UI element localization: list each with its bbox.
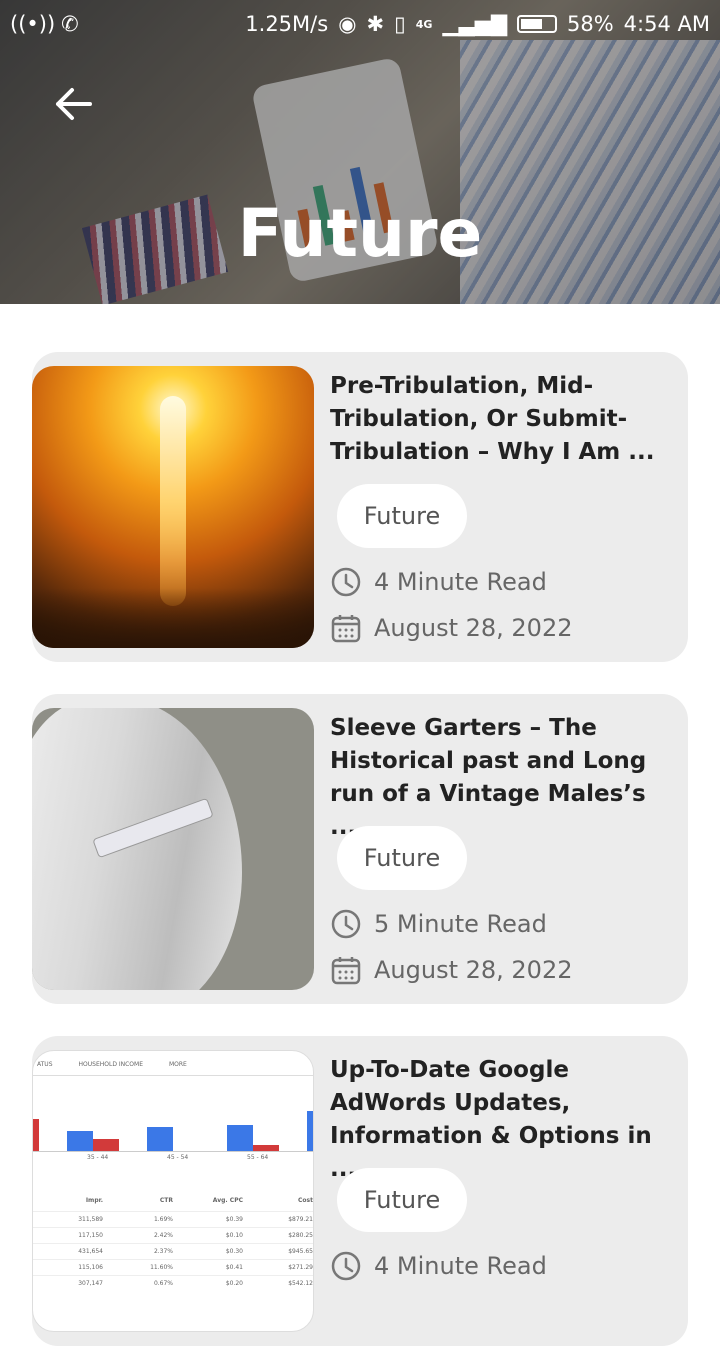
thumb-table-row: 117,150 2.42% $0.10 $280.25 [33, 1227, 313, 1243]
clock-icon [331, 567, 361, 597]
page-title: Future [237, 195, 483, 272]
vibrate-icon: ▯ [394, 12, 406, 36]
thumb-col: CTR [159, 1197, 173, 1204]
thumb-col: Avg. CPC [212, 1197, 243, 1204]
read-time: 5 Minute Read [330, 908, 547, 940]
thumb-table-cell: $542.12 [288, 1280, 313, 1287]
read-time-text: 4 Minute Read [374, 1252, 547, 1280]
thumb-tab: HOUSEHOLD INCOME [78, 1061, 143, 1068]
clock-icon [331, 1251, 361, 1281]
thumb-table-cell: $271.29 [288, 1264, 313, 1271]
date-text: August 28, 2022 [374, 614, 573, 642]
read-time-text: 4 Minute Read [374, 568, 547, 596]
thumb-table-cell: 2.42% [153, 1232, 173, 1239]
thumb-table-cell: $879.21 [288, 1216, 313, 1223]
read-time: 4 Minute Read [330, 566, 547, 598]
clock-icon [331, 909, 361, 939]
battery-icon [516, 15, 557, 33]
thumb-table-cell: $0.41 [225, 1264, 243, 1271]
category-chip[interactable]: Future [337, 826, 467, 890]
thumb-axis-label: 35 - 44 [87, 1154, 109, 1161]
article-card[interactable]: ATUS HOUSEHOLD INCOME MORE 35 - 44 45 - … [32, 1036, 688, 1346]
thumb-table-cell: 311,589 [78, 1216, 103, 1223]
article-title[interactable]: Up-To-Date Google AdWords Updates, Infor… [330, 1054, 675, 1186]
thumb-table-cell: $0.30 [225, 1248, 243, 1255]
bluetooth-icon: ✱ [366, 12, 385, 36]
thumb-tab: ATUS [37, 1061, 53, 1068]
category-chip[interactable]: Future [337, 1168, 467, 1232]
read-time: 4 Minute Read [330, 1250, 547, 1282]
thumb-tab: MORE [168, 1061, 187, 1068]
battery-percent: 58% [566, 12, 614, 36]
publish-date: August 28, 2022 [330, 612, 573, 644]
thumb-table-cell: 115,106 [78, 1264, 103, 1271]
thumb-table-cell: 0.67% [153, 1280, 173, 1287]
call-icon: ✆ [61, 12, 79, 36]
article-thumbnail-sleeve-garter[interactable] [32, 708, 314, 990]
signal-icon: ▁▃▅▇ [442, 12, 507, 36]
calendar-icon [331, 957, 361, 985]
wifi-icon: ◉ [338, 12, 357, 36]
article-card[interactable]: Sleeve Garters – The Historical past and… [32, 694, 688, 1004]
thumb-table-row: 115,106 11.60% $0.41 $271.29 [33, 1259, 313, 1275]
thumb-axis-label: 55 - 64 [247, 1154, 269, 1161]
thumb-table-cell: $0.39 [225, 1216, 243, 1223]
thumb-table-row: 431,654 2.37% $0.30 $945.65 [33, 1243, 313, 1259]
thumb-table-cell: $0.10 [225, 1232, 243, 1239]
thumb-table-cell: 431,654 [78, 1248, 103, 1255]
article-thumbnail-adwords[interactable]: ATUS HOUSEHOLD INCOME MORE 35 - 44 45 - … [32, 1050, 314, 1332]
thumb-table-cell: 2.37% [153, 1248, 173, 1255]
article-title[interactable]: Pre-Tribulation, Mid-Tribulation, Or Sub… [330, 370, 675, 469]
thumb-table-row: 307,147 0.67% $0.20 $542.12 [33, 1275, 313, 1291]
read-time-text: 5 Minute Read [374, 910, 547, 938]
thumb-table-cell: 117,150 [78, 1232, 103, 1239]
category-chip[interactable]: Future [337, 484, 467, 548]
thumb-table-cell: $945.65 [288, 1248, 313, 1255]
battery-fill [520, 19, 542, 29]
publish-date: August 28, 2022 [330, 954, 573, 986]
thumb-table-cell: 1.69% [153, 1216, 173, 1223]
status-bar: ((•)) ✆ 1.25M/s ◉ ✱ ▯ 4G ▁▃▅▇ 58% 4:54 A… [0, 0, 720, 50]
thumb-col: Impr. [85, 1197, 103, 1204]
clock: 4:54 AM [623, 12, 710, 36]
hotspot-icon: ((•)) [10, 12, 56, 36]
thumb-table-cell: $0.20 [225, 1280, 243, 1287]
back-arrow-icon[interactable] [50, 82, 94, 126]
network-type: 4G [415, 17, 433, 31]
thumb-table-cell: $280.25 [288, 1232, 313, 1239]
thumb-axis-label: 45 - 54 [167, 1154, 189, 1161]
category-header: ((•)) ✆ 1.25M/s ◉ ✱ ▯ 4G ▁▃▅▇ 58% 4:54 A… [0, 0, 720, 304]
thumb-table-row: 311,589 1.69% $0.39 $879.21 [33, 1211, 313, 1227]
date-text: August 28, 2022 [374, 956, 573, 984]
thumb-table-cell: 11.60% [150, 1264, 173, 1271]
thumb-table-cell: 307,147 [78, 1280, 103, 1287]
article-thumbnail-explosion[interactable] [32, 366, 314, 648]
network-speed: 1.25M/s [245, 12, 329, 36]
thumb-col: Cost [298, 1197, 313, 1204]
article-card[interactable]: Pre-Tribulation, Mid-Tribulation, Or Sub… [32, 352, 688, 662]
calendar-icon [331, 615, 361, 643]
article-title[interactable]: Sleeve Garters – The Historical past and… [330, 712, 675, 844]
